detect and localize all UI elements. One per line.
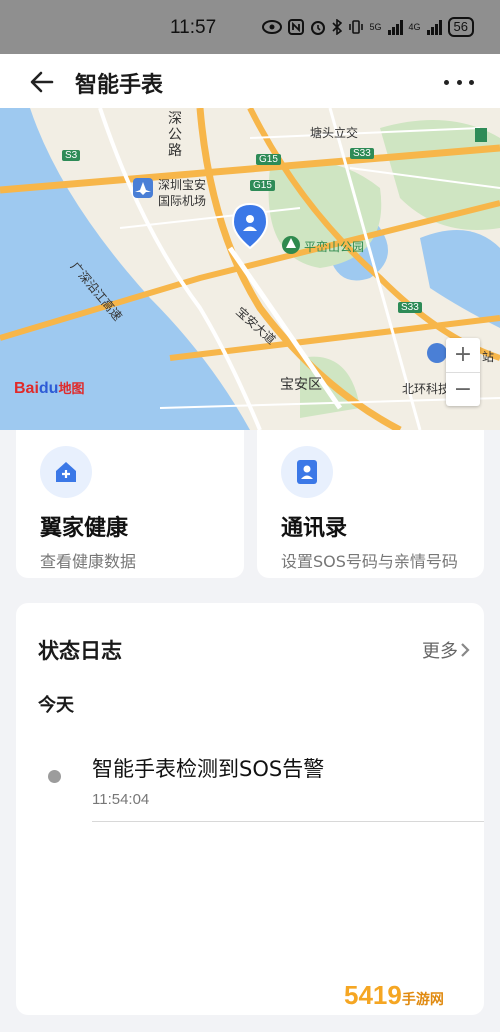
status-log-event-text: 智能手表检测到SOS告警 (92, 757, 325, 781)
map-label-district: 宝安区 (280, 377, 322, 393)
contacts-card[interactable]: 通讯录 设置SOS号码与亲情号码 (257, 430, 484, 578)
baidu-map-logo: Baidu地图 (14, 380, 85, 397)
status-icons: 5G 4G 56 (261, 17, 474, 37)
chevron-right-icon[interactable] (460, 642, 470, 658)
signal-icon-2 (426, 19, 442, 35)
site-watermark: 5419手游网 (344, 980, 444, 1011)
status-log-more-link[interactable]: 更多 (422, 637, 458, 663)
app-header: 智能手表 (0, 54, 500, 108)
contacts-card-title: 通讯录 (281, 516, 348, 541)
event-divider (92, 821, 484, 822)
zoom-out-button[interactable]: − (446, 372, 480, 406)
timeline-dot (48, 770, 61, 783)
watermark-main: 5419 (344, 980, 402, 1010)
nfc-icon (287, 19, 304, 35)
zoom-in-button[interactable]: + (446, 338, 480, 372)
page-title: 智能手表 (75, 73, 164, 98)
map-label-lu: 路 (168, 143, 182, 159)
road-badge-s3: S3 (62, 150, 81, 161)
bottom-area (0, 1015, 500, 1032)
home-health-icon (40, 446, 92, 498)
status-log-event-time: 11:54:04 (92, 791, 150, 808)
map-label-airport-2: 国际机场 (158, 194, 207, 208)
map-label-interchange: 塘头立交 (310, 126, 359, 140)
battery-indicator: 56 (447, 17, 474, 37)
map-label-park: 平峦山公园 (304, 240, 365, 254)
watermark-sub: 手游网 (401, 991, 444, 1007)
more-options-icon[interactable] (444, 68, 474, 96)
map-label-airport-1: 深圳宝安 (158, 178, 207, 192)
location-map[interactable]: 深 公 路 塘头立交 深圳宝安 国际机场 广深沿江高速 平峦山公园 宝安大道 宝… (0, 108, 500, 430)
alarm-icon (310, 21, 325, 35)
status-bar: 11:57 5G 4G 56 (0, 0, 500, 54)
health-card-title: 翼家健康 (40, 516, 129, 541)
status-log-day: 今天 (38, 695, 74, 716)
status-log-title: 状态日志 (38, 639, 122, 663)
road-badge-s33-right: S33 (398, 302, 422, 313)
network-5g-label: 5G (369, 22, 382, 32)
network-4g-label: 4G (408, 22, 421, 32)
road-badge-s33-top: S33 (350, 148, 374, 159)
map-zoom-control: + − (446, 338, 480, 406)
contacts-icon (281, 446, 333, 498)
signal-icon (387, 19, 403, 35)
status-time: 11:57 (170, 17, 217, 38)
eye-icon (261, 20, 282, 34)
vibrate-icon (348, 20, 363, 34)
health-card[interactable]: 翼家健康 查看健康数据 (16, 430, 244, 578)
road-badge-g15-mid: G15 (250, 180, 275, 191)
map-label-zhan: 站 (482, 350, 495, 364)
map-label-beihuan: 北环科技 (402, 382, 451, 396)
bluetooth-icon (331, 19, 342, 35)
road-badge-g15-top: G15 (256, 154, 281, 165)
contacts-card-desc: 设置SOS号码与亲情号码 (281, 552, 458, 571)
back-arrow-icon[interactable] (28, 68, 56, 96)
status-log-panel: 状态日志 更多 今天 智能手表检测到SOS告警 11:54:04 (16, 603, 484, 1015)
health-card-desc: 查看健康数据 (40, 552, 137, 571)
